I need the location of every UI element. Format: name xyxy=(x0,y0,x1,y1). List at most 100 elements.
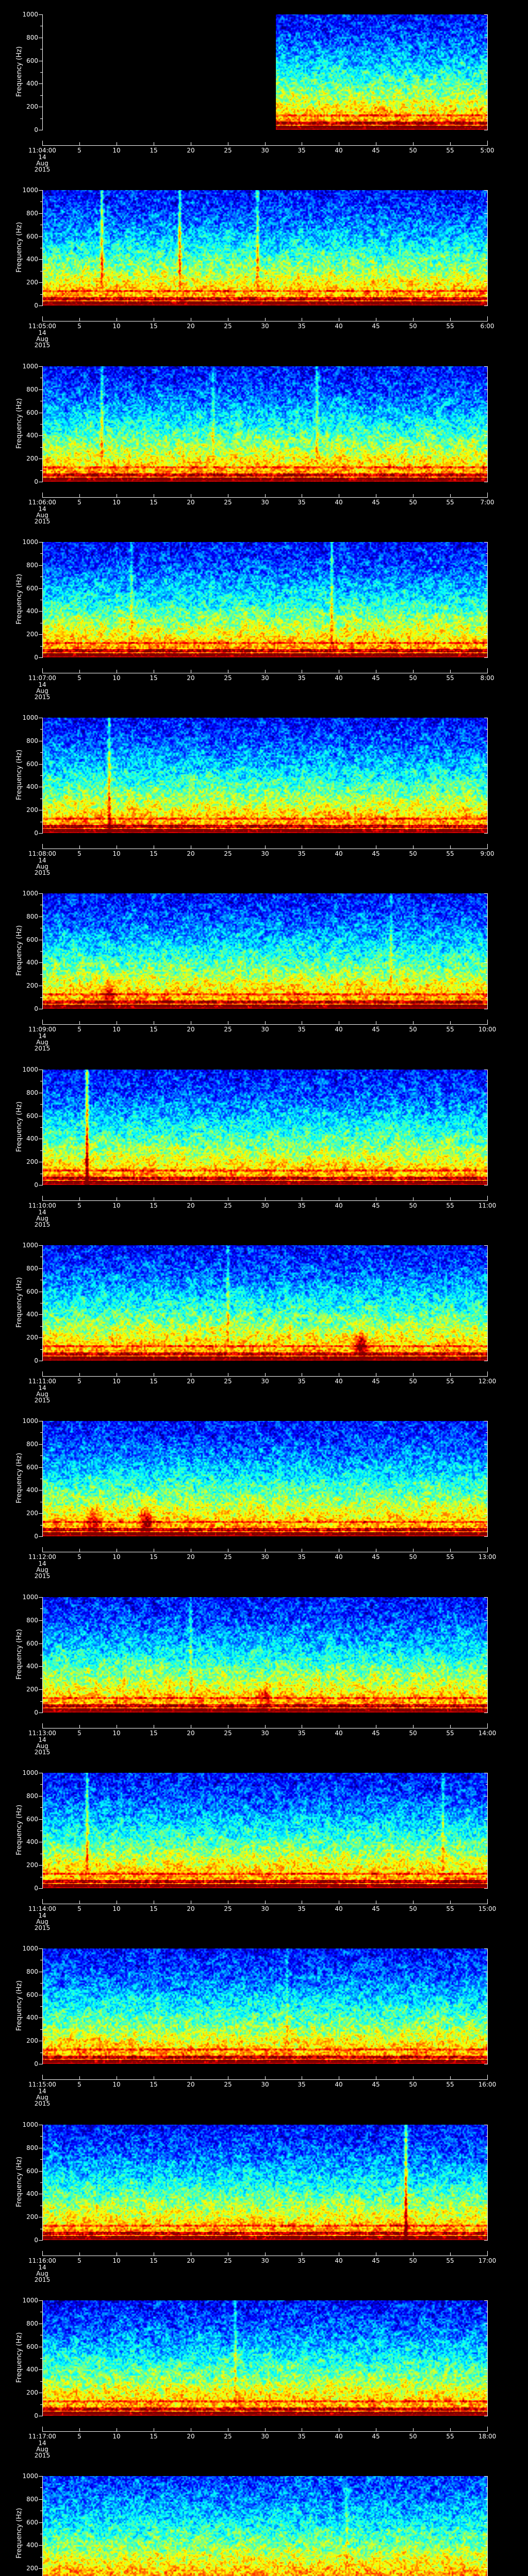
x-tick-label: 10 xyxy=(112,2433,121,2440)
x-tick-label: 50 xyxy=(409,323,417,330)
x-end-tick xyxy=(42,2075,43,2079)
y-minor-tick xyxy=(486,95,488,96)
x-major-tick xyxy=(450,1901,451,1904)
y-minor-tick xyxy=(40,1608,42,1609)
x-axis xyxy=(42,2079,488,2080)
x-tick-label: 45 xyxy=(372,147,380,154)
y-axis-title: Frequency (Hz) xyxy=(15,398,23,449)
y-minor-tick xyxy=(40,1150,42,1151)
y-tick-label: 0 xyxy=(34,654,38,661)
date-label: 2015 xyxy=(34,1749,51,1756)
y-minor-tick xyxy=(486,1784,488,1785)
y-tick-label: 200 xyxy=(26,1158,38,1165)
end-time-label: 6:00 xyxy=(480,323,494,330)
x-tick-label: 35 xyxy=(298,850,306,857)
y-minor-tick xyxy=(486,1701,488,1702)
end-time-label: 9:00 xyxy=(480,850,494,857)
x-tick-label: 20 xyxy=(187,1553,195,1561)
y-major-tick xyxy=(39,213,42,214)
y-tick-label: 1000 xyxy=(22,1945,38,1952)
x-tick-label: 20 xyxy=(187,2433,195,2440)
date-label: 2015 xyxy=(34,2100,51,2107)
y-minor-tick xyxy=(40,729,42,730)
y-major-tick xyxy=(39,282,42,283)
y-major-tick xyxy=(484,542,488,543)
x-major-tick xyxy=(79,1549,80,1552)
spectrogram-canvas xyxy=(42,1421,487,1536)
y-minor-tick xyxy=(486,951,488,952)
end-time-label: 13:00 xyxy=(478,1553,497,1561)
y-axis-right xyxy=(487,2476,488,2576)
x-tick-label: 30 xyxy=(261,2433,269,2440)
x-tick-label: 50 xyxy=(409,2433,417,2440)
y-axis-left xyxy=(42,2476,43,2576)
x-tick-label: 50 xyxy=(409,2081,417,2088)
x-tick-label: 35 xyxy=(298,1202,306,1209)
y-minor-tick xyxy=(40,447,42,448)
x-tick-label: 20 xyxy=(187,323,195,330)
y-minor-tick xyxy=(486,1525,488,1526)
x-major-tick xyxy=(413,2428,414,2431)
y-minor-tick xyxy=(486,1349,488,1350)
y-axis-title: Frequency (Hz) xyxy=(15,2507,23,2558)
x-tick-label: 35 xyxy=(298,323,306,330)
x-end-tick xyxy=(487,1371,488,1376)
x-tick-label: 30 xyxy=(261,147,269,154)
y-minor-tick xyxy=(486,1127,488,1128)
x-tick-label: 20 xyxy=(187,2081,195,2088)
y-minor-tick xyxy=(486,2487,488,2488)
x-major-tick xyxy=(450,318,451,321)
x-tick-label: 30 xyxy=(261,1202,269,1209)
y-major-tick xyxy=(484,1689,488,1690)
y-axis-left xyxy=(42,2125,43,2241)
x-axis xyxy=(42,145,488,146)
x-axis xyxy=(42,1024,488,1025)
date-label: 2015 xyxy=(34,693,51,701)
x-end-tick xyxy=(487,1020,488,1024)
x-major-tick xyxy=(450,1197,451,1200)
spectrogram-panel: 02004006008001000Frequency (Hz)510152025… xyxy=(0,176,528,351)
x-end-tick xyxy=(487,1899,488,1904)
y-major-tick xyxy=(39,1314,42,1315)
x-end-tick xyxy=(487,2251,488,2256)
y-minor-tick xyxy=(40,951,42,952)
y-tick-label: 200 xyxy=(26,103,38,110)
x-tick-label: 40 xyxy=(335,323,343,330)
x-tick-label: 55 xyxy=(446,1202,454,1209)
y-minor-tick xyxy=(40,2404,42,2405)
x-tick-label: 45 xyxy=(372,2257,380,2264)
y-minor-tick xyxy=(40,1678,42,1679)
x-tick-label: 55 xyxy=(446,499,454,506)
x-end-tick xyxy=(487,1196,488,1200)
y-minor-tick xyxy=(40,2182,42,2183)
y-minor-tick xyxy=(486,1455,488,1456)
y-tick-label: 0 xyxy=(34,1005,38,1012)
y-major-tick xyxy=(39,2240,42,2241)
y-minor-tick xyxy=(40,95,42,96)
x-tick-label: 35 xyxy=(298,1026,306,1033)
y-major-tick xyxy=(39,1337,42,1338)
y-major-tick xyxy=(39,1513,42,1514)
x-major-tick xyxy=(79,1725,80,1728)
date-label: 2015 xyxy=(34,2452,51,2459)
x-axis xyxy=(42,1200,488,1201)
spectrogram-figure: 0 200 400 600 800 1000 Frequency (Hz) 5 10 15 20 25… xyxy=(0,0,528,2576)
y-major-tick xyxy=(484,236,488,237)
x-tick-label: 35 xyxy=(298,147,306,154)
y-minor-tick xyxy=(486,1608,488,1609)
y-major-tick xyxy=(39,1444,42,1445)
y-minor-tick xyxy=(486,1807,488,1808)
x-major-tick xyxy=(413,2252,414,2256)
x-tick-label: 10 xyxy=(112,1730,121,1737)
x-end-tick xyxy=(42,844,43,849)
y-minor-tick xyxy=(40,72,42,73)
y-tick-label: 1000 xyxy=(22,187,38,194)
date-label: 2015 xyxy=(34,869,51,876)
x-tick-label: 45 xyxy=(372,1553,380,1561)
x-tick-label: 5 xyxy=(77,1730,81,1737)
spectrogram-panel: 02004006008001000Frequency (Hz)510152025… xyxy=(0,703,528,879)
y-major-tick xyxy=(484,2369,488,2370)
y-minor-tick xyxy=(40,1701,42,1702)
spectrogram-canvas xyxy=(42,1070,487,1185)
y-minor-tick xyxy=(486,294,488,295)
